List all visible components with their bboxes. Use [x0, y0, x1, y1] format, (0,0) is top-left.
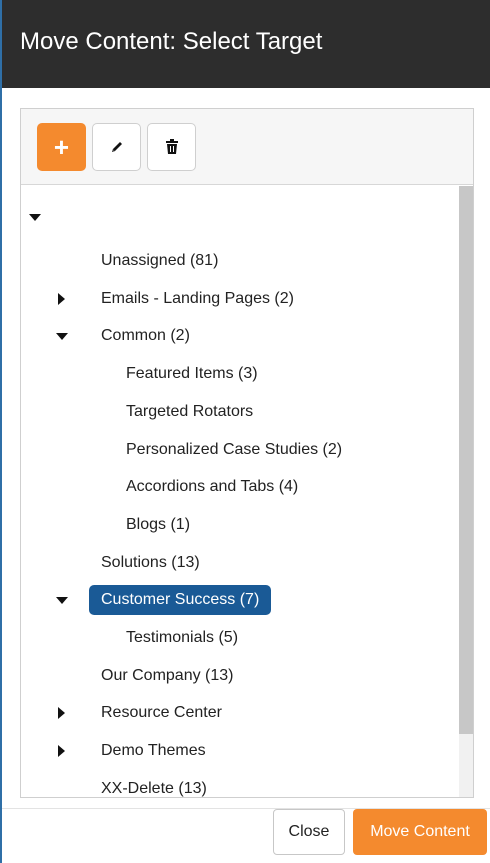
- scrollbar-thumb[interactable]: [459, 186, 473, 734]
- tree-item-label: Targeted Rotators: [126, 402, 254, 420]
- tree-item[interactable]: Blogs (1): [114, 510, 202, 540]
- tree-item-label: XX-Delete (13): [101, 779, 207, 797]
- tree-item-label: Resource Center: [101, 704, 222, 722]
- tree-item-label: Testimonials (5): [126, 629, 239, 646]
- tree-item[interactable]: XX-Delete (13): [89, 774, 219, 797]
- tree-item-label: Emails - Landing Pages (2): [101, 289, 294, 307]
- tree-item[interactable]: Common (2): [89, 321, 202, 351]
- folder-tree-panel: + Unassigned (81) Emails - Landing Pages…: [20, 108, 474, 798]
- dialog-header: Move Content: Select Target: [2, 0, 490, 88]
- tree-item-label: Featured Items (3): [126, 365, 258, 383]
- tree-item[interactable]: Featured Items (3): [114, 359, 270, 389]
- plus-icon: +: [53, 132, 70, 162]
- tree-item-label: Demo Themes: [101, 742, 206, 760]
- tree-item[interactable]: Solutions (13): [89, 548, 212, 578]
- tree-item[interactable]: Unassigned (81): [89, 246, 230, 276]
- pencil-icon: [111, 142, 122, 152]
- tree-item-label: Blogs (1): [126, 515, 191, 533]
- tree-item[interactable]: Testimonials (5): [114, 623, 250, 653]
- expand-toggle[interactable]: [58, 745, 65, 758]
- close-button[interactable]: Close: [273, 809, 345, 855]
- trash-icon: [165, 139, 178, 154]
- delete-folder-button[interactable]: [147, 123, 196, 171]
- dialog-title: Move Content: Select Target: [20, 28, 323, 55]
- tree-item-label: Personalized Case Studies (2): [126, 440, 343, 458]
- move-content-dialog: Move Content: Select Target + Unassigned…: [0, 0, 490, 863]
- root-expand-toggle[interactable]: [29, 214, 41, 221]
- expand-toggle[interactable]: [58, 292, 65, 305]
- tree-item-label: Unassigned (81): [101, 252, 219, 269]
- tree-item-label: Our Company (13): [101, 666, 234, 684]
- tree-item-label: Solutions (13): [101, 553, 200, 571]
- tree-item-label: Customer Success (7): [89, 585, 272, 616]
- move-content-button[interactable]: Move Content: [353, 809, 487, 855]
- tree-item-label: Common (2): [101, 327, 190, 345]
- collapse-toggle[interactable]: [56, 333, 68, 341]
- tree-item-label: Accordions and Tabs (4): [126, 478, 299, 496]
- tree-item[interactable]: Emails - Landing Pages (2): [89, 284, 306, 314]
- collapse-toggle[interactable]: [56, 597, 68, 605]
- add-folder-button[interactable]: +: [37, 123, 86, 171]
- tree-item[interactable]: Accordions and Tabs (4): [114, 472, 310, 502]
- tree-item[interactable]: Our Company (13): [89, 661, 246, 691]
- tree-toolbar: +: [21, 109, 473, 185]
- tree-item[interactable]: Resource Center: [89, 698, 234, 728]
- expand-toggle[interactable]: [58, 707, 65, 720]
- tree-item[interactable]: Personalized Case Studies (2): [114, 435, 354, 465]
- tree-scrollbar[interactable]: [459, 186, 473, 797]
- tree-item[interactable]: Customer Success (7): [89, 585, 272, 616]
- dialog-footer: Close Move Content: [2, 808, 490, 863]
- tree-item[interactable]: Demo Themes: [89, 736, 218, 766]
- tree-item[interactable]: Targeted Rotators: [114, 397, 265, 427]
- edit-folder-button[interactable]: [92, 123, 141, 171]
- folder-tree: Unassigned (81) Emails - Landing Pages (2…: [21, 186, 457, 797]
